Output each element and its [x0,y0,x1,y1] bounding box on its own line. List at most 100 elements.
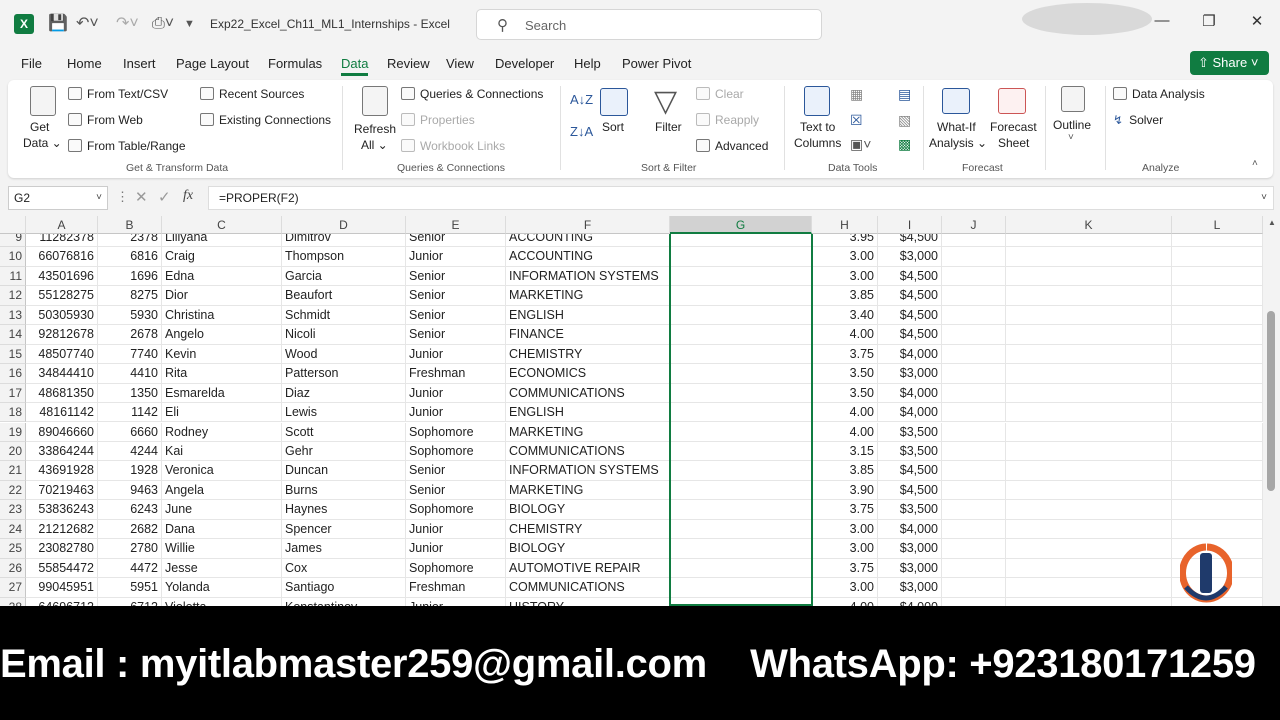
cell-j[interactable] [942,480,1006,501]
properties-button[interactable]: Properties [401,113,475,127]
cell-j[interactable] [942,266,1006,287]
cell-g[interactable] [670,247,812,267]
cell-e[interactable]: Junior [406,519,506,540]
cell-g[interactable] [670,422,812,442]
cell-e[interactable]: Freshman [406,364,506,384]
insert-function-icon[interactable]: fx [183,188,193,204]
cell-g[interactable] [670,383,812,404]
cell-e[interactable]: Senior [406,325,506,345]
cell-k[interactable] [1006,422,1172,442]
cell-j[interactable] [942,500,1006,520]
cell-g[interactable] [670,519,812,540]
cell-b[interactable]: 7740 [98,344,162,365]
cell-d[interactable]: Beaufort [282,286,406,306]
cell-k[interactable] [1006,500,1172,520]
data-analysis-button[interactable]: Data Analysis [1113,87,1205,101]
cell-f[interactable]: INFORMATION SYSTEMS [506,461,670,481]
cell-c[interactable]: Rita [162,364,282,384]
cell-g[interactable] [670,480,812,501]
cancel-icon[interactable]: ✕ [135,188,148,206]
name-box-dropdown-icon[interactable]: ˅ [96,187,102,209]
worksheet-grid[interactable]: 9 11282378 2378 Liliyana Dimitrov Senior ACCOU… [0,216,1263,606]
cell-h[interactable]: 3.85 [812,461,878,481]
cell-a[interactable]: 23082780 [26,539,98,559]
cell-d[interactable]: Santiago [282,578,406,598]
cell-a[interactable]: 70219463 [26,480,98,501]
cell-c[interactable]: Yolanda [162,578,282,598]
data-model-icon[interactable]: ▩ [898,136,911,153]
cell-b[interactable]: 2780 [98,539,162,559]
expand-formula-icon[interactable]: ˅ [1261,187,1267,209]
cell-k[interactable] [1006,441,1172,462]
cell-g[interactable] [670,441,812,462]
cell-a[interactable]: 48161142 [26,403,98,423]
cell-e[interactable]: Junior [406,403,506,423]
cell-l[interactable] [1172,344,1263,365]
forecast-sheet-button[interactable]: Sheet [998,136,1029,150]
tab-page-layout[interactable]: Page Layout [176,56,249,71]
cell-j[interactable] [942,403,1006,423]
cell-e[interactable]: Senior [406,480,506,501]
sort-descending-icon[interactable]: Z↓A [570,124,593,139]
relationships-icon[interactable]: ▧ [898,112,911,129]
cell-g[interactable] [670,597,812,606]
row-header[interactable]: 20 [0,441,26,462]
cell-b[interactable]: 1928 [98,461,162,481]
column-header-k[interactable]: K [1006,216,1172,234]
cell-h[interactable]: 3.50 [812,364,878,384]
cell-k[interactable] [1006,286,1172,306]
minimize-icon[interactable]: — [1147,12,1177,29]
cell-d[interactable]: Cox [282,558,406,579]
cell-k[interactable] [1006,578,1172,598]
remove-duplicates-icon[interactable]: ☒ [850,112,863,129]
cell-f[interactable]: COMMUNICATIONS [506,441,670,462]
tab-formulas[interactable]: Formulas [268,56,322,71]
cell-l[interactable] [1172,364,1263,384]
cell-c[interactable]: Kai [162,441,282,462]
customize-toolbar-icon[interactable]: ▼ [184,14,195,34]
cell-h[interactable]: 3.00 [812,266,878,287]
row-header[interactable]: 10 [0,247,26,267]
cell-d[interactable]: Konstantinov [282,597,406,606]
column-header-l[interactable]: L [1172,216,1263,234]
cell-d[interactable]: Thompson [282,247,406,267]
cell-h[interactable]: 3.75 [812,344,878,365]
account-avatar[interactable] [1022,3,1152,35]
vertical-scrollbar[interactable]: ▲ [1263,216,1280,606]
cell-k[interactable] [1006,519,1172,540]
cell-k[interactable] [1006,383,1172,404]
cell-d[interactable]: Burns [282,480,406,501]
cell-i[interactable]: $4,000 [878,403,942,423]
enter-icon[interactable]: ✓ [158,188,171,206]
cell-j[interactable] [942,422,1006,442]
consolidate-icon[interactable]: ▤ [898,86,911,103]
cell-e[interactable]: Junior [406,383,506,404]
cell-a[interactable]: 89046660 [26,422,98,442]
cell-j[interactable] [942,344,1006,365]
cell-k[interactable] [1006,597,1172,606]
cell-a[interactable]: 92812678 [26,325,98,345]
cell-j[interactable] [942,597,1006,606]
cell-c[interactable]: Jesse [162,558,282,579]
cell-c[interactable]: Dior [162,286,282,306]
cell-c[interactable]: Angelo [162,325,282,345]
cell-e[interactable]: Sophomore [406,422,506,442]
cell-h[interactable]: 3.75 [812,558,878,579]
flash-fill-icon[interactable]: ▦ [850,86,863,103]
column-header-a[interactable]: A [26,216,98,234]
cell-e[interactable]: Sophomore [406,558,506,579]
cell-f[interactable]: INFORMATION SYSTEMS [506,266,670,287]
cell-g[interactable] [670,558,812,579]
cell-f[interactable]: AUTOMOTIVE REPAIR [506,558,670,579]
cell-j[interactable] [942,519,1006,540]
cell-h[interactable]: 4.00 [812,325,878,345]
cell-k[interactable] [1006,325,1172,345]
cell-g[interactable] [670,578,812,598]
cell-e[interactable]: Senior [406,286,506,306]
column-header-j[interactable]: J [942,216,1006,234]
cell-i[interactable]: $3,500 [878,422,942,442]
recent-sources-button[interactable]: Recent Sources [200,87,304,101]
column-header-h[interactable]: H [812,216,878,234]
row-header[interactable]: 13 [0,305,26,326]
cell-h[interactable]: 4.00 [812,597,878,606]
